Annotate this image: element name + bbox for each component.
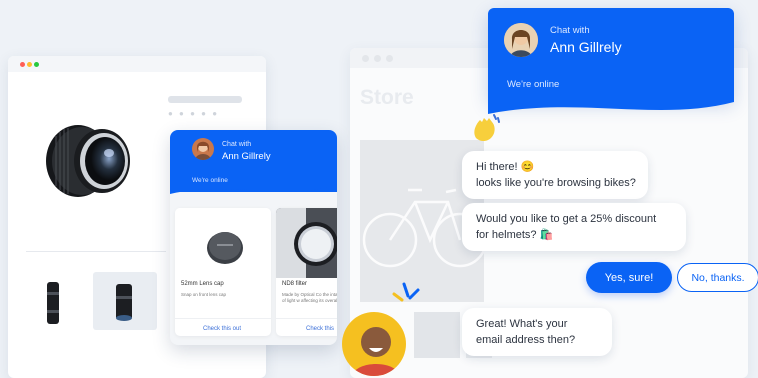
chat-message: Hi there! 😊 looks like you're browsing b… <box>462 151 648 199</box>
window-dot[interactable] <box>386 55 393 62</box>
product-card[interactable]: ND8 filter Made by Optical Co the intake… <box>276 208 337 336</box>
message-line: email address then? <box>476 334 576 346</box>
online-status: We're online <box>507 79 560 90</box>
chat-header: Chat with Ann Gillrely We're online <box>488 8 734 100</box>
lens-cap-image <box>175 208 271 278</box>
divider <box>175 318 271 319</box>
product-name: 52mm Lens cap <box>181 281 224 287</box>
minimize-dot[interactable] <box>27 62 32 67</box>
message-line: for helmets? 🛍️ <box>476 229 554 241</box>
chat-message: Would you like to get a 25% discount for… <box>462 203 686 251</box>
window-dot[interactable] <box>374 55 381 62</box>
divider <box>26 251 166 252</box>
maximize-dot[interactable] <box>34 62 39 67</box>
header-wave <box>488 96 734 114</box>
placeholder-line <box>168 96 242 103</box>
online-status: We're online <box>192 177 228 184</box>
mini-chat-widget: Chat with Ann Gillrely We're online 52mm… <box>170 130 337 345</box>
product-card[interactable]: 52mm Lens cap Snap on front lens cap Che… <box>175 208 271 336</box>
agent-name: Ann Gillrely <box>550 39 622 55</box>
divider <box>276 318 337 319</box>
chat-with-label: Chat with <box>222 141 252 148</box>
message-line: Hi there! 😊 <box>476 161 535 173</box>
lens-thumbnail[interactable] <box>110 282 138 322</box>
product-name: ND8 filter <box>282 281 308 287</box>
window-titlebar <box>8 56 266 72</box>
message-line: Would you like to get a 25% discount <box>476 213 657 225</box>
yes-reply-button[interactable]: Yes, sure! <box>586 262 672 293</box>
sparkle-lines-icon <box>392 282 420 302</box>
camera-lens-image <box>46 125 130 197</box>
check-this-link[interactable]: Check this <box>306 326 334 332</box>
product-thumbnail[interactable] <box>414 312 460 358</box>
chat-message: Great! What's your email address then? <box>462 308 612 356</box>
message-line: Great! What's your <box>476 318 568 330</box>
product-description: Snap on front lens cap <box>181 292 227 297</box>
rating-stars: ● ● ● ● ● <box>168 109 220 118</box>
message-line: looks like you're browsing bikes? <box>476 177 636 189</box>
nd-filter-image <box>276 208 337 278</box>
window-dot[interactable] <box>362 55 369 62</box>
lens-thumbnail[interactable] <box>38 280 68 326</box>
agent-avatar <box>192 138 214 160</box>
check-this-out-link[interactable]: Check this out <box>203 326 241 332</box>
product-description: Made by Optical Co the intake of light w… <box>282 292 337 303</box>
chat-with-label: Chat with <box>550 25 590 36</box>
customer-avatar <box>342 312 406 376</box>
agent-name: Ann Gillrely <box>222 151 271 162</box>
store-title: Store <box>360 86 414 109</box>
no-reply-button[interactable]: No, thanks. <box>677 263 758 292</box>
waving-hand-icon <box>474 114 500 142</box>
close-dot[interactable] <box>20 62 25 67</box>
agent-avatar <box>504 23 538 57</box>
